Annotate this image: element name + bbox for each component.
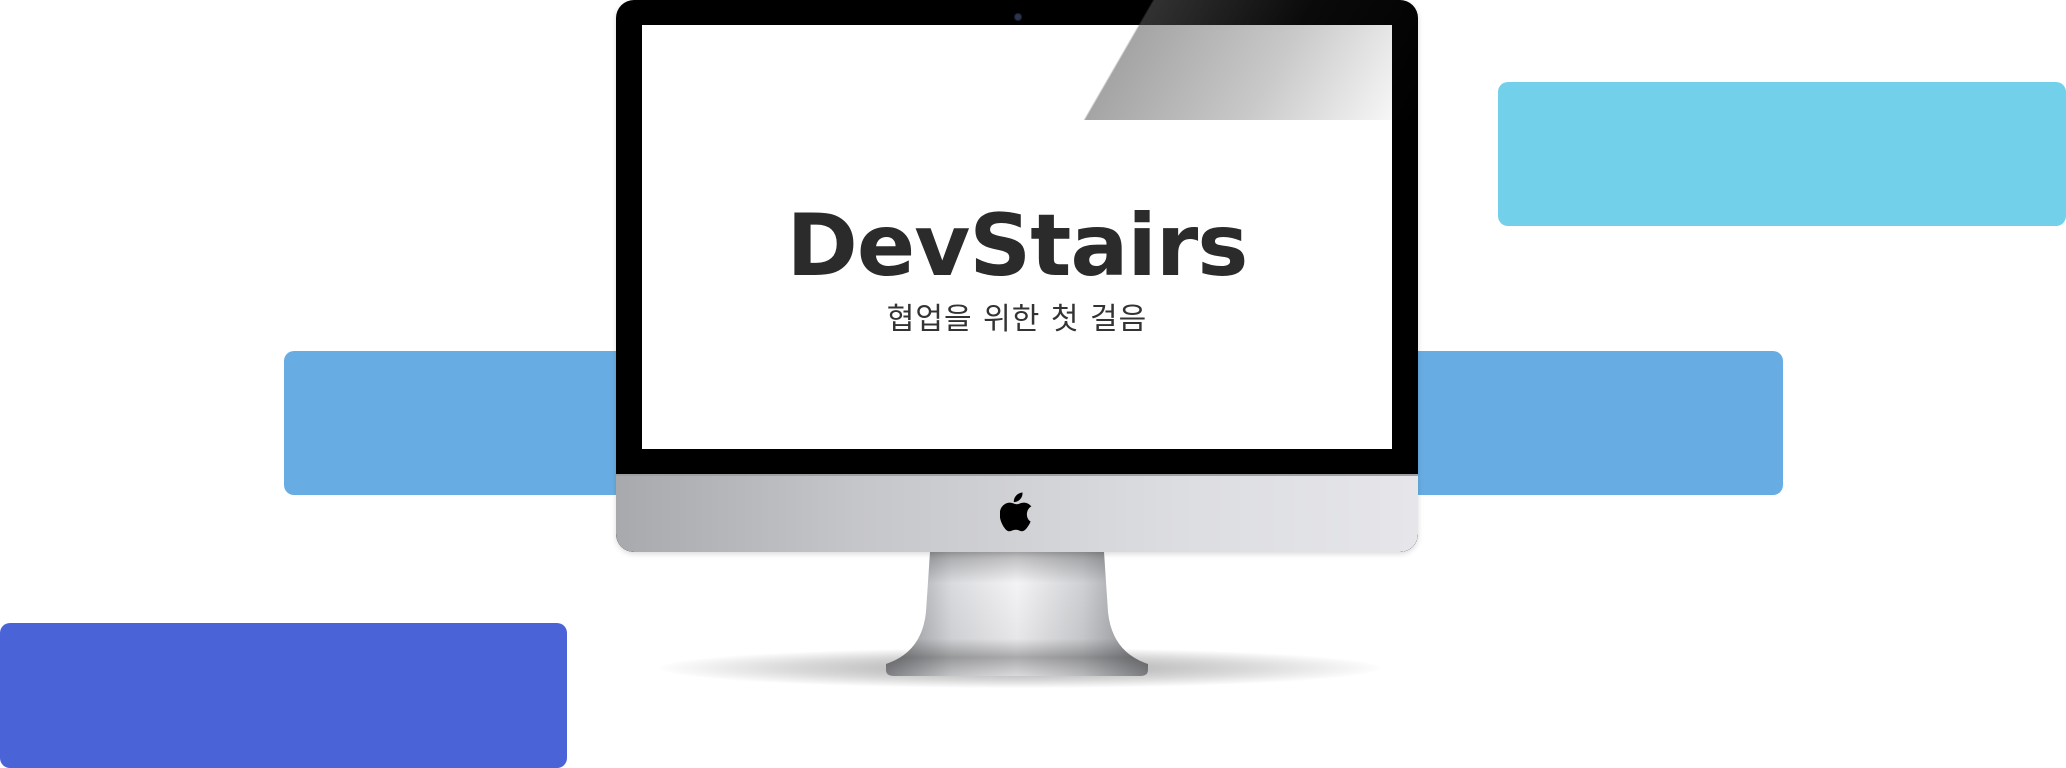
brand-subtitle: 협업을 위한 첫 걸음: [886, 302, 1148, 337]
camera-icon: [1015, 14, 1021, 20]
monitor-screen: DevStairs 협업을 위한 첫 걸음: [642, 25, 1392, 449]
apple-logo-icon: [1000, 492, 1032, 532]
monitor: DevStairs 협업을 위한 첫 걸음: [616, 0, 1418, 552]
monitor-stand: [886, 552, 1148, 676]
brand-title: DevStairs: [786, 196, 1249, 296]
monitor-chin: [616, 474, 1418, 552]
decorative-bar-indigo: [0, 623, 567, 768]
promo-banner: DevStairs 협업을 위한 첫 걸음: [0, 0, 2066, 768]
decorative-bar-cyan: [1498, 82, 2066, 226]
